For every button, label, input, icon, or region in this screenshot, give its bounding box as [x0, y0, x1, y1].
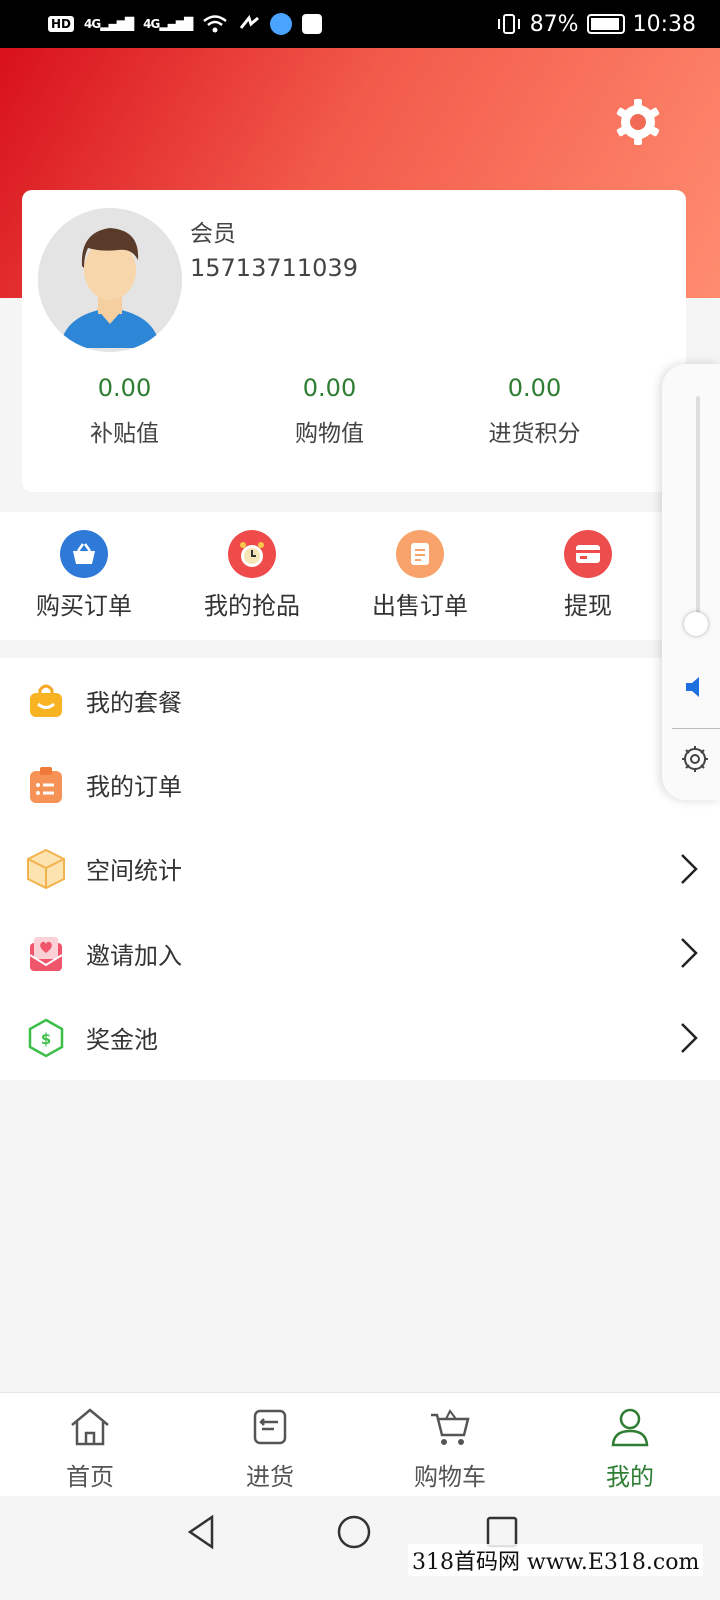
nav-label: 首页: [66, 1463, 114, 1491]
nav-cart[interactable]: 购物车: [360, 1393, 540, 1496]
card-icon: [564, 530, 612, 578]
nav-mine[interactable]: 我的: [540, 1393, 720, 1496]
basket-icon: [60, 530, 108, 578]
signal-icon-1: 4G▂▄▆█: [84, 17, 134, 31]
watermark: 318首码网 www.E318.com: [408, 1544, 704, 1576]
box-icon: [24, 847, 68, 891]
chevron-right-icon: [681, 938, 698, 969]
nav-label: 进货: [246, 1463, 294, 1491]
menu-invite[interactable]: 邀请加入: [0, 911, 720, 995]
wifi-icon: [203, 15, 228, 33]
status-bar: HD 4G▂▄▆█ 4G▂▄▆█ 87% 10:38: [0, 0, 720, 48]
volume-slider-track[interactable]: [696, 396, 700, 622]
quick-label: 提现: [564, 592, 612, 620]
volume-slider-handle[interactable]: [684, 612, 708, 636]
quick-sale-orders[interactable]: 出售订单: [336, 512, 504, 640]
profile-card: 会员 15713711039 0.00 补贴值 0.00 购物值 0.00 进货…: [22, 190, 686, 492]
heart-envelope-icon: [24, 931, 68, 975]
gear-icon: [616, 99, 660, 145]
menu-label: 奖金池: [86, 1026, 158, 1055]
menu-label: 我的订单: [86, 773, 182, 802]
alarm-clock-icon: [228, 530, 276, 578]
chevron-right-icon: [681, 1022, 698, 1053]
home-icon: [71, 1408, 109, 1446]
money-hexagon-icon: $: [24, 1016, 68, 1060]
stock-in-icon: [253, 1409, 287, 1445]
chevron-right-icon: [681, 853, 698, 884]
quick-purchase-orders[interactable]: 购买订单: [0, 512, 168, 640]
stats-row: 0.00 补贴值 0.00 购物值 0.00 进货积分: [22, 368, 638, 448]
bottom-nav: 首页 进货 购物车 我的: [0, 1392, 720, 1496]
stat-purchase-points[interactable]: 0.00 进货积分: [432, 368, 637, 448]
nav-label: 购物车: [414, 1463, 486, 1491]
status-right: 87% 10:38: [496, 12, 696, 37]
shopping-bag-icon: [24, 678, 68, 722]
document-icon: [396, 530, 444, 578]
nav-label: 我的: [606, 1463, 654, 1491]
quick-withdraw[interactable]: 提现: [504, 512, 672, 640]
app-notification-icon: [270, 13, 293, 35]
link-icon: [240, 14, 260, 29]
stat-value: 0.00: [507, 374, 562, 402]
status-left: HD 4G▂▄▆█ 4G▂▄▆█: [48, 13, 323, 35]
back-triangle-icon[interactable]: [182, 1512, 222, 1552]
svg-text:$: $: [41, 1030, 51, 1048]
menu-space-stats[interactable]: 空间统计: [0, 827, 720, 911]
network-type-1: 4G: [84, 17, 101, 31]
stat-subsidy[interactable]: 0.00 补贴值: [22, 368, 227, 448]
stat-value: 0.00: [97, 374, 152, 402]
battery-percent: 87%: [529, 11, 579, 37]
stat-label: 进货积分: [488, 421, 581, 447]
battery-icon: [586, 14, 625, 34]
menu-bonus-pool[interactable]: $ 奖金池: [0, 996, 720, 1080]
panel-divider: [672, 728, 720, 729]
home-circle-icon[interactable]: [334, 1512, 374, 1552]
stat-shopping[interactable]: 0.00 购物值: [227, 368, 432, 448]
settings-button[interactable]: [612, 96, 664, 148]
quick-actions: 购买订单 我的抢品 出售订单 提现: [0, 512, 720, 640]
member-role: 会员: [190, 221, 236, 247]
message-notification-icon: [302, 14, 323, 34]
menu-label: 我的套餐: [86, 688, 182, 717]
stat-label: 补贴值: [90, 421, 159, 447]
signal-icon-2: 4G▂▄▆█: [143, 17, 193, 31]
menu-label: 空间统计: [86, 857, 182, 886]
quick-label: 我的抢品: [204, 592, 300, 620]
volume-side-panel: [662, 364, 720, 800]
cart-icon: [431, 1409, 470, 1445]
vibrate-icon: [497, 14, 520, 34]
menu-my-orders[interactable]: 我的订单: [0, 742, 720, 826]
hd-indicator: HD: [48, 16, 75, 32]
menu-list: 我的套餐 我的订单 空间统计 邀请加入 $ 奖金池: [0, 658, 720, 1080]
nav-home[interactable]: 首页: [0, 1393, 180, 1496]
sound-settings-gear-icon[interactable]: [680, 744, 710, 774]
clipboard-list-icon: [24, 763, 68, 807]
phone-number: 15713711039: [190, 254, 358, 282]
quick-label: 购买订单: [36, 592, 132, 620]
nav-stock[interactable]: 进货: [180, 1393, 360, 1496]
speaker-icon[interactable]: [684, 674, 710, 700]
avatar[interactable]: [38, 208, 182, 352]
default-avatar-image: [38, 208, 182, 352]
network-type-2: 4G: [143, 17, 160, 31]
clock: 10:38: [632, 11, 696, 37]
menu-my-package[interactable]: 我的套餐: [0, 658, 720, 742]
stat-value: 0.00: [302, 374, 357, 402]
menu-label: 邀请加入: [86, 941, 182, 970]
user-icon: [611, 1408, 649, 1447]
quick-label: 出售订单: [372, 592, 468, 620]
stat-label: 购物值: [295, 421, 364, 447]
quick-my-grabs[interactable]: 我的抢品: [168, 512, 336, 640]
